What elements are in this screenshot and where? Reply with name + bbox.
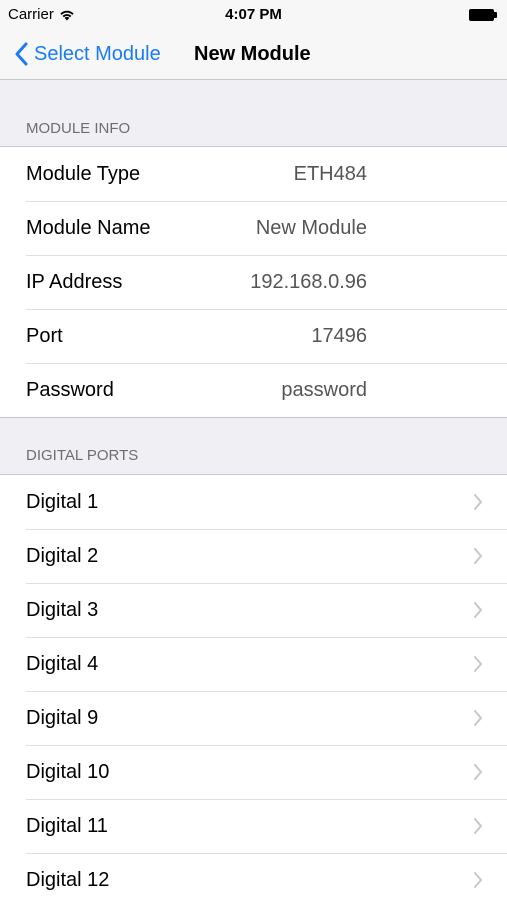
- chevron-right-icon: [474, 764, 482, 780]
- chevron-right-icon: [474, 548, 482, 564]
- battery-icon: [469, 9, 497, 21]
- digital-port-label: Digital 1: [26, 490, 99, 513]
- digital-port-row[interactable]: Digital 11: [0, 799, 507, 853]
- port-row[interactable]: Port 17496: [0, 309, 507, 363]
- page-title: New Module: [194, 43, 311, 65]
- digital-port-label: Digital 10: [26, 760, 110, 783]
- digital-ports-group: Digital 1 Digital 2 Digital 3 Digital 4 …: [0, 474, 507, 900]
- ip-address-field[interactable]: 192.168.0.96: [250, 271, 367, 294]
- module-name-label: Module Name: [26, 216, 151, 239]
- module-name-row[interactable]: Module Name New Module: [0, 201, 507, 255]
- digital-port-row[interactable]: Digital 9: [0, 691, 507, 745]
- digital-port-label: Digital 4: [26, 652, 99, 675]
- digital-port-row[interactable]: Digital 1: [0, 475, 507, 529]
- password-field[interactable]: password: [281, 379, 367, 402]
- chevron-left-icon: [15, 42, 28, 66]
- section-header-module-info: MODULE INFO: [26, 120, 131, 137]
- chevron-right-icon: [474, 656, 482, 672]
- navigation-bar: Select Module New Module: [0, 30, 507, 80]
- back-button[interactable]: Select Module: [14, 39, 161, 69]
- status-bar: Carrier 4:07 PM: [0, 0, 507, 30]
- digital-port-row[interactable]: Digital 10: [0, 745, 507, 799]
- chevron-right-icon: [474, 602, 482, 618]
- clock: 4:07 PM: [225, 6, 282, 23]
- module-type-label: Module Type: [26, 162, 141, 185]
- back-button-label: Select Module: [34, 42, 161, 65]
- chevron-right-icon: [474, 494, 482, 510]
- password-row[interactable]: Password password: [0, 363, 507, 417]
- ip-address-row[interactable]: IP Address 192.168.0.96: [0, 255, 507, 309]
- ip-address-label: IP Address: [26, 270, 123, 293]
- digital-port-label: Digital 11: [26, 814, 108, 837]
- digital-port-label: Digital 2: [26, 544, 99, 567]
- digital-port-label: Digital 3: [26, 598, 99, 621]
- digital-port-row[interactable]: Digital 12: [0, 853, 507, 900]
- port-label: Port: [26, 324, 63, 347]
- digital-port-label: Digital 12: [26, 868, 110, 891]
- digital-port-label: Digital 9: [26, 706, 99, 729]
- port-field[interactable]: 17496: [311, 325, 367, 348]
- digital-port-row[interactable]: Digital 4: [0, 637, 507, 691]
- module-type-row[interactable]: Module Type ETH484: [0, 147, 507, 201]
- chevron-right-icon: [474, 710, 482, 726]
- digital-port-row[interactable]: Digital 3: [0, 583, 507, 637]
- digital-port-row[interactable]: Digital 2: [0, 529, 507, 583]
- chevron-right-icon: [474, 818, 482, 834]
- chevron-right-icon: [474, 872, 482, 888]
- section-header-digital-ports: DIGITAL PORTS: [26, 447, 139, 464]
- module-name-field[interactable]: New Module: [256, 217, 367, 240]
- module-info-group: Module Type ETH484 Module Name New Modul…: [0, 146, 507, 418]
- module-type-value[interactable]: ETH484: [294, 163, 367, 186]
- password-label: Password: [26, 378, 114, 401]
